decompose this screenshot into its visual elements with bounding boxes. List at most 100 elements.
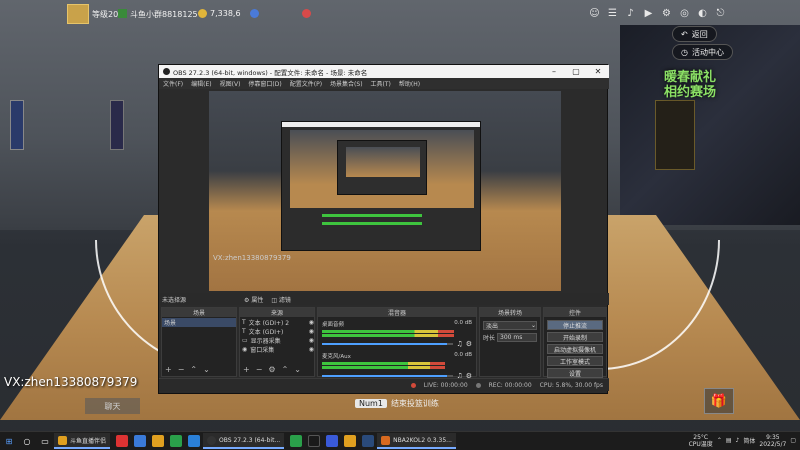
- exit-icon[interactable]: ⎋: [714, 7, 727, 20]
- eye-icon[interactable]: ◉: [309, 319, 314, 326]
- douyu-icon: [58, 435, 67, 445]
- eye-icon[interactable]: ◉: [309, 337, 314, 344]
- menu-edit[interactable]: 编辑(E): [191, 79, 211, 88]
- wechat-icon[interactable]: [290, 435, 303, 447]
- game-hud: 等级20 斗鱼小群8818125 7,338,6 ☺ ☰ ♪ ▶ ⚙ ◎ ◐ ⎋…: [0, 0, 800, 60]
- obs-icon: [207, 435, 217, 445]
- friends-icon[interactable]: ☺: [588, 7, 601, 20]
- menu-file[interactable]: 文件(F): [163, 79, 183, 88]
- duration-input[interactable]: 300 ms: [497, 333, 537, 342]
- chevron-up-icon[interactable]: ⌃: [190, 365, 197, 374]
- weather-widget[interactable]: 25°C CPU温度: [689, 434, 713, 448]
- globe-icon[interactable]: ◎: [678, 7, 691, 20]
- ime-indicator[interactable]: 简体: [743, 436, 755, 445]
- chevron-down-icon[interactable]: ⌄: [294, 365, 301, 374]
- gem-icon: [250, 9, 259, 18]
- gear-icon[interactable]: ⚙: [268, 365, 275, 374]
- app-icon[interactable]: [188, 435, 201, 447]
- notification-icon[interactable]: ▢: [790, 437, 796, 444]
- chat-button[interactable]: 聊天: [85, 398, 140, 414]
- gear-icon[interactable]: ⚙: [466, 340, 472, 348]
- source-item[interactable]: T 文本 (GDI+) 2 ◉: [240, 318, 314, 327]
- gear-icon[interactable]: ⚙: [660, 7, 673, 20]
- folder-icon[interactable]: [152, 435, 165, 447]
- menu-tools[interactable]: 工具(T): [371, 79, 391, 88]
- task-view-icon[interactable]: ▭: [39, 435, 51, 447]
- add-icon[interactable]: +: [165, 365, 172, 374]
- search-icon[interactable]: ○: [21, 435, 33, 447]
- taskbar-app-douyu[interactable]: 斗鱼直播伴侣: [54, 433, 111, 449]
- properties-bar: 未选择源 ⚙ 属性 ◫ 滤镜: [159, 293, 609, 305]
- clock[interactable]: 9:35 2022/5/7: [759, 434, 786, 448]
- eye-icon[interactable]: ◉: [309, 346, 314, 353]
- filters-button[interactable]: ◫ 滤镜: [271, 295, 291, 304]
- window-source-icon: ◉: [242, 346, 248, 353]
- add-icon[interactable]: +: [243, 365, 250, 374]
- speaker-icon[interactable]: ♫: [456, 340, 462, 348]
- chevron-down-icon[interactable]: ⌄: [203, 365, 210, 374]
- back-icon: ↶: [681, 29, 688, 39]
- maximize-button[interactable]: ▢: [565, 65, 587, 78]
- volume-meter: [322, 366, 445, 369]
- menu-scene-collection[interactable]: 场景集合(S): [330, 79, 363, 88]
- menu-help[interactable]: 帮助(H): [399, 79, 420, 88]
- taskbar-app-obs[interactable]: OBS 27.2.3 (64-bit...: [203, 433, 285, 449]
- properties-button[interactable]: ⚙ 属性: [244, 295, 263, 304]
- chevron-up-icon[interactable]: ⌃: [717, 437, 722, 444]
- promo-banner[interactable]: 暖春献礼 相约赛场: [640, 70, 740, 110]
- menu-view[interactable]: 视图(V): [220, 79, 241, 88]
- source-item[interactable]: ▭ 显示器采集 ◉: [240, 336, 314, 345]
- minimize-button[interactable]: –: [543, 65, 565, 78]
- close-button[interactable]: ✕: [587, 65, 609, 78]
- app-icon[interactable]: [170, 435, 183, 447]
- mixer-title: 混音器: [318, 308, 476, 318]
- app-icon[interactable]: [116, 435, 129, 447]
- menu-docks[interactable]: 停靠窗口(D): [248, 79, 281, 88]
- scene-item[interactable]: 场景: [162, 318, 236, 327]
- team-icon[interactable]: ☰: [606, 7, 619, 20]
- app-icon[interactable]: [326, 435, 339, 447]
- volume-slider[interactable]: [322, 375, 454, 377]
- chevron-up-icon[interactable]: ⌃: [282, 365, 289, 374]
- app-icon[interactable]: [134, 435, 147, 447]
- steam-icon[interactable]: [362, 435, 375, 447]
- obs-statusbar: LIVE: 00:00:00 REC: 00:00:00 CPU: 5.8%, …: [159, 378, 609, 391]
- headset-icon[interactable]: ◐: [696, 7, 709, 20]
- app-icon[interactable]: [308, 435, 321, 447]
- bell-icon[interactable]: ♪: [624, 7, 637, 20]
- menu-profile[interactable]: 配置文件(P): [290, 79, 322, 88]
- source-item[interactable]: ◉ 窗口采集 ◉: [240, 345, 314, 354]
- virtual-camera-button[interactable]: 启动虚拟摄像机: [547, 344, 603, 354]
- wall-banner: [10, 100, 24, 150]
- source-item[interactable]: T 文本 (GDI+) ◉: [240, 327, 314, 336]
- stop-streaming-button[interactable]: 停止推流: [547, 320, 603, 330]
- hint-key: Num1: [355, 399, 387, 408]
- remove-icon[interactable]: −: [256, 365, 263, 374]
- player-name: 斗鱼小群8818125: [130, 10, 198, 19]
- settings-button[interactable]: 设置: [547, 368, 603, 378]
- obs-titlebar[interactable]: OBS 27.2.3 (64-bit, windows) - 配置文件: 未命名…: [159, 65, 609, 78]
- video-icon[interactable]: ▶: [642, 7, 655, 20]
- nba2k-icon: [381, 435, 391, 445]
- start-recording-button[interactable]: 开始录制: [547, 332, 603, 342]
- activity-center-button[interactable]: ◷ 活动中心: [672, 44, 733, 60]
- audio-mixer-dock: 混音器 桌面音频 0.0 dB ♫ ⚙ 麦克风/Aux 0.0 dB ♫ ⚙: [317, 307, 477, 380]
- network-icon[interactable]: ▤: [726, 437, 732, 444]
- transition-select[interactable]: 淡出 ⌄: [483, 321, 537, 330]
- remove-icon[interactable]: −: [178, 365, 185, 374]
- obs-window[interactable]: OBS 27.2.3 (64-bit, windows) - 配置文件: 未命名…: [158, 64, 609, 394]
- gift-icon[interactable]: 🎁: [704, 388, 734, 414]
- obs-preview[interactable]: VX:zhen13380879379: [209, 91, 561, 291]
- app-icon[interactable]: [344, 435, 357, 447]
- wall-banner: [110, 100, 124, 150]
- avatar[interactable]: [67, 4, 89, 24]
- volume-icon[interactable]: ♪: [736, 437, 740, 444]
- eye-icon[interactable]: ◉: [309, 328, 314, 335]
- return-button[interactable]: ↶ 返回: [672, 26, 717, 42]
- start-icon[interactable]: ⊞: [3, 435, 15, 447]
- volume-slider[interactable]: [322, 343, 454, 345]
- scenes-dock: 场景 场景 + − ⌃ ⌄: [161, 307, 237, 377]
- taskbar-app-nba2k[interactable]: NBA2KOL2 0.3.35...: [377, 433, 456, 449]
- studio-mode-button[interactable]: 工作室模式: [547, 356, 603, 366]
- no-source-label: 未选择源: [162, 296, 187, 304]
